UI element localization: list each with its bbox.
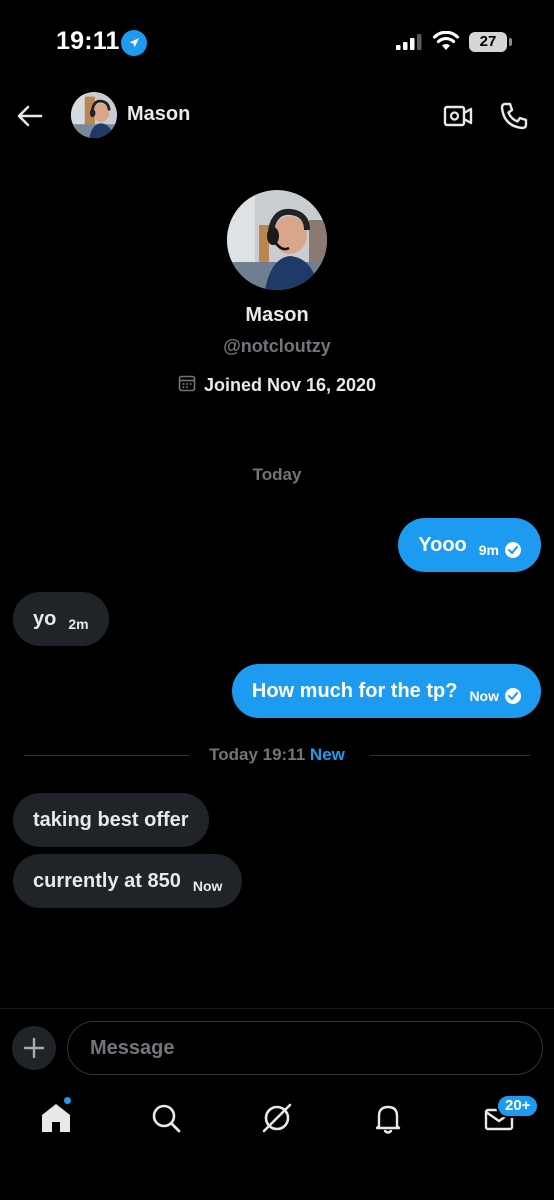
phone-call-icon[interactable]: [496, 98, 532, 134]
message-bubble-outgoing[interactable]: How much for the tp? Now: [231, 664, 541, 718]
day-separator: Today: [252, 465, 302, 484]
home-notification-dot: [63, 1096, 72, 1105]
calendar-icon: [178, 374, 196, 397]
avatar[interactable]: [71, 92, 117, 138]
message-input[interactable]: [67, 1021, 543, 1075]
message-time: 2m: [68, 616, 89, 632]
back-arrow-icon[interactable]: [14, 100, 46, 132]
read-receipt-icon: [505, 688, 521, 704]
status-time: 19:11: [56, 27, 120, 55]
divider-line: [370, 755, 530, 756]
divider-time: Today 19:11: [209, 745, 306, 764]
joined-date: Joined Nov 16, 2020: [0, 374, 554, 397]
message-bubble-incoming[interactable]: taking best offer: [13, 793, 209, 847]
message-meta: Now: [469, 688, 521, 704]
profile-avatar[interactable]: [227, 190, 327, 290]
messages-badge: 20+: [496, 1094, 540, 1118]
profile-handle[interactable]: @notcloutzy: [0, 336, 554, 357]
message-bubble-outgoing[interactable]: Yooo 9m: [398, 518, 541, 572]
location-arrow-icon: [121, 30, 147, 56]
read-receipt-icon: [505, 542, 521, 558]
status-bar: 19:11 27: [0, 0, 554, 88]
message-meta: 9m: [479, 542, 521, 558]
message-text: How much for the tp?: [251, 679, 458, 702]
message-text: currently at 850: [33, 869, 181, 892]
battery-tip: [509, 38, 512, 46]
message-text: yo: [33, 607, 57, 630]
new-label: New: [309, 745, 345, 764]
video-call-icon[interactable]: [440, 98, 476, 134]
add-media-button[interactable]: [12, 1026, 56, 1070]
search-icon[interactable]: [146, 1098, 186, 1138]
grok-icon[interactable]: [257, 1098, 297, 1138]
home-indicator: [206, 1184, 348, 1189]
new-messages-divider: Today 19:11 New: [24, 745, 530, 765]
message-composer: [0, 1008, 554, 1086]
header-contact-name[interactable]: Mason: [127, 103, 190, 126]
cellular-signal-icon: [396, 34, 424, 55]
joined-text: Joined Nov 16, 2020: [203, 375, 377, 395]
message-bubble-incoming[interactable]: currently at 850 Now: [13, 854, 243, 908]
conversation-header: Mason: [0, 88, 554, 144]
message-time: Now: [469, 688, 499, 704]
message-time: Now: [192, 878, 223, 894]
message-bubble-incoming[interactable]: yo 2m: [13, 592, 109, 646]
message-time: 9m: [478, 542, 499, 558]
bottom-tab-bar: [0, 1088, 554, 1148]
notifications-bell-icon[interactable]: [368, 1098, 408, 1138]
message-text: Yooo: [418, 533, 467, 556]
message-text: taking best offer: [33, 808, 189, 831]
battery-icon: 27: [469, 32, 507, 52]
wifi-icon: [432, 30, 460, 56]
profile-name[interactable]: Mason: [0, 304, 554, 327]
